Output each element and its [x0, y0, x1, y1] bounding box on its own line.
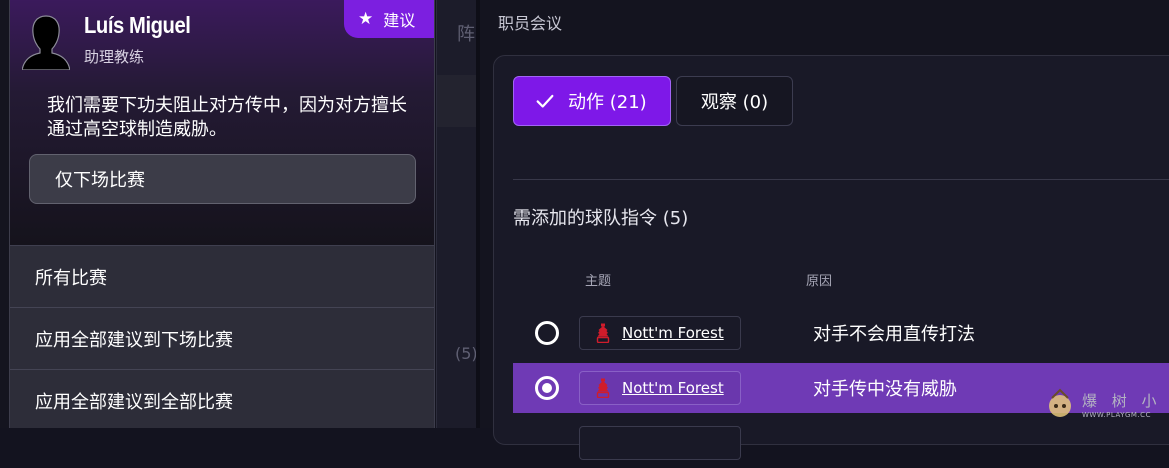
radio-button[interactable]	[535, 376, 559, 400]
nottingham-forest-crest-icon	[596, 323, 610, 343]
coach-header: Luís Miguel 助理教练 ★ 建议 我们需要下功夫阻止对方传中，因为对方…	[10, 0, 434, 246]
menu-item-apply-next-match[interactable]: 应用全部建议到下场比赛	[10, 308, 434, 370]
row-reason: 对手传中没有威胁	[813, 379, 957, 400]
background-sidebar-fragment: 阵 (5)	[436, 0, 478, 428]
star-icon: ★	[358, 9, 374, 29]
recommendation-badge: ★ 建议	[344, 0, 434, 38]
advice-text: 我们需要下功夫阻止对方传中，因为对方擅长通过高空球制造威胁。	[47, 95, 407, 140]
tab-actions-label: 动作 (21)	[568, 92, 647, 113]
tab-observations[interactable]: 观察 (0)	[676, 76, 793, 126]
coach-name: Luís Miguel	[84, 12, 191, 38]
watermark-logo-icon	[1049, 388, 1071, 417]
radio-button[interactable]	[535, 321, 559, 345]
team-link[interactable]: Nott'm Forest	[579, 316, 741, 350]
coach-role: 助理教练	[84, 48, 145, 66]
team-name: Nott'm Forest	[622, 324, 724, 342]
background-band	[437, 75, 477, 127]
background-text-fragment: 阵	[457, 24, 475, 45]
menu-item-apply-all-matches[interactable]: 应用全部建议到全部比赛	[10, 370, 434, 428]
divider	[513, 179, 1169, 180]
watermark-url: WWW.PLAYGM.CC	[1082, 411, 1151, 419]
tab-observations-label: 观察 (0)	[700, 92, 769, 113]
row-reason: 对手不会用直传打法	[813, 324, 975, 345]
team-link[interactable]	[579, 426, 741, 460]
column-header-topic: 主题	[585, 274, 612, 289]
next-match-only-button[interactable]: 仅下场比赛	[29, 154, 416, 204]
badge-label: 建议	[383, 11, 416, 30]
nottingham-forest-crest-icon	[596, 378, 610, 398]
check-icon	[536, 94, 554, 108]
team-name: Nott'm Forest	[622, 379, 724, 397]
avatar	[22, 15, 70, 70]
section-title: 需添加的球队指令 (5)	[513, 208, 689, 229]
background-text-fragment: (5)	[455, 344, 478, 363]
team-link[interactable]: Nott'm Forest	[579, 371, 741, 405]
watermark: 爆 树 小 组 WWW.PLAYGM.CC	[1040, 384, 1169, 424]
tab-actions[interactable]: 动作 (21)	[513, 76, 671, 126]
watermark-text: 爆 树 小 组	[1082, 392, 1169, 410]
table-row[interactable]: Nott'm Forest 对手不会用直传打法	[513, 308, 1169, 358]
menu-item-all-matches[interactable]: 所有比赛	[10, 246, 434, 308]
table-row[interactable]	[513, 418, 1169, 468]
pane-divider	[476, 0, 480, 428]
column-header-reason: 原因	[806, 274, 833, 289]
page-title: 职员会议	[498, 14, 563, 33]
assistant-coach-card: Luís Miguel 助理教练 ★ 建议 我们需要下功夫阻止对方传中，因为对方…	[9, 0, 435, 428]
